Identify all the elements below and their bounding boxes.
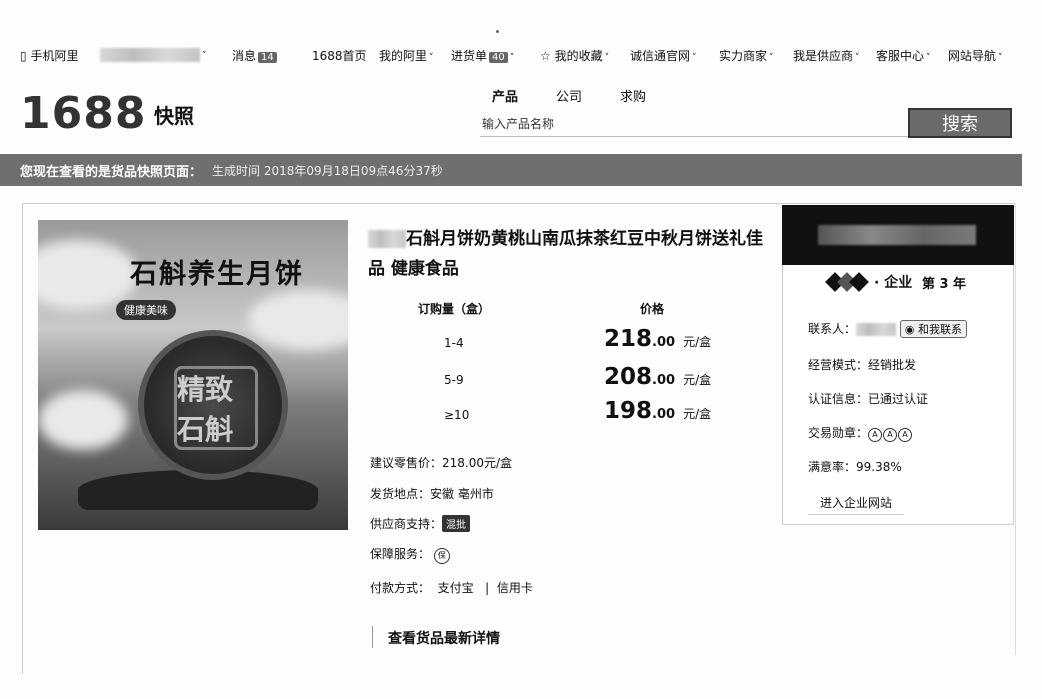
qty-header: 订购量（盒） [418, 300, 490, 317]
enterprise-badge: · 企业 第 3 年 [826, 272, 966, 292]
chat-icon: ◉ [905, 323, 915, 336]
chevron-down-icon: ˅ [510, 53, 515, 63]
mooncake-stamp: 精致石斛 [174, 366, 258, 450]
product-title: 石斛月饼奶黄桃山南瓜抹茶红豆中秋月饼送礼佳品 健康食品 [368, 224, 778, 284]
enter-site-button[interactable]: 进入企业网站 [808, 490, 904, 515]
chevron-down-icon: ˅ [605, 53, 610, 63]
latest-detail-link[interactable]: 查看货品最新详情 [372, 628, 500, 648]
payment-methods: 付款方式： 支付宝 | 信用卡 [370, 579, 533, 596]
logo-subtitle: 快照 [154, 100, 194, 129]
cert-row: 认证信息：已通过认证 [808, 390, 928, 407]
decor-dot [496, 30, 499, 33]
search-underline [480, 136, 908, 137]
enterprise-logo-icon [826, 272, 868, 292]
divider [1015, 205, 1016, 655]
cloud-shape [248, 290, 348, 350]
medal-icon[interactable]: A [868, 428, 882, 442]
my-ali-link[interactable]: 我的阿里˅ [379, 47, 434, 64]
search-input[interactable]: 输入产品名称 [482, 115, 554, 132]
phone-icon: ▯ [20, 49, 27, 63]
snapshot-label: 您现在查看的是货品快照页面： [20, 161, 202, 180]
blurred-brand [368, 230, 406, 248]
shield-icon[interactable]: 保 [434, 548, 450, 564]
tab-product[interactable]: 产品 [492, 86, 518, 105]
tier-qty: ≥10 [444, 408, 469, 422]
blurred-contact [856, 323, 896, 336]
alipay-label: 支付宝 [438, 581, 474, 595]
ship-from: 发货地点：安徽 亳州市 [370, 485, 494, 502]
tier-price: 198.00 元/盒 [604, 398, 711, 424]
blurred-seller-name [818, 225, 976, 245]
messages-badge: 14 [258, 52, 277, 63]
trust-link[interactable]: 诚信通官网˅ [630, 47, 697, 64]
chevron-down-icon: ˅ [692, 53, 697, 63]
snapshot-bar: 您现在查看的是货品快照页面： 生成时间 2018年09月18日09点46分37秒 [0, 154, 1022, 186]
site-logo[interactable]: 1688 [20, 88, 146, 139]
snapshot-time: 生成时间 2018年09月18日09点46分37秒 [212, 162, 443, 179]
guarantee: 保障服务： 保 [370, 545, 451, 564]
mobile-link[interactable]: ▯ 手机阿里 [20, 47, 78, 64]
mooncake-shape: 精致石斛 [138, 330, 288, 480]
contact-row: 联系人： ◉ 和我联系 [808, 320, 967, 338]
mixed-batch-badge[interactable]: 混批 [442, 515, 470, 532]
home-link[interactable]: 1688首页 [312, 47, 367, 64]
supplier-link[interactable]: 我是供应商˅ [793, 47, 860, 64]
retail-price: 建议零售价：218.00元/盒 [370, 454, 512, 471]
medal-icon[interactable]: A [898, 428, 912, 442]
tab-company[interactable]: 公司 [556, 86, 582, 105]
favorites-link[interactable]: ☆ 我的收藏˅ [540, 47, 609, 64]
product-image[interactable]: 石斛养生月饼 健康美味 精致石斛 [38, 220, 348, 530]
chevron-down-icon: ˅ [926, 53, 931, 63]
contact-me-button[interactable]: ◉ 和我联系 [900, 320, 967, 338]
tab-buying[interactable]: 求购 [620, 86, 646, 105]
blurred-username [100, 48, 200, 62]
cloud-shape [38, 390, 128, 450]
seller-name-header[interactable] [782, 205, 1014, 265]
search-button[interactable]: 搜索 [908, 108, 1012, 138]
star-icon: ☆ [540, 49, 551, 63]
satisfaction-row: 满意率：99.38% [808, 458, 902, 475]
user-account[interactable]: ˅ [100, 47, 207, 62]
tier-qty: 5-9 [444, 373, 464, 387]
medal-icon[interactable]: A [883, 428, 897, 442]
strong-merchant-link[interactable]: 实力商家˅ [719, 47, 774, 64]
chevron-down-icon: ˅ [202, 51, 207, 61]
messages-link[interactable]: 消息14 [232, 47, 277, 64]
chevron-down-icon: ˅ [769, 53, 774, 63]
cart-badge: 40 [489, 52, 508, 63]
top-nav: ▯ 手机阿里 ˅ 消息14 1688首页 我的阿里˅ 进货单40˅ ☆ 我的收藏… [0, 40, 1042, 70]
image-tag: 健康美味 [116, 300, 176, 320]
service-link[interactable]: 客服中心˅ [876, 47, 931, 64]
credit-card-label: 信用卡 [497, 581, 533, 595]
business-mode-row: 经营模式：经销批发 [808, 356, 916, 373]
chevron-down-icon: ˅ [855, 53, 860, 63]
cart-link[interactable]: 进货单40˅ [451, 47, 514, 64]
tier-qty: 1-4 [444, 336, 464, 350]
chevron-down-icon: ˅ [429, 53, 434, 63]
chevron-down-icon: ˅ [998, 53, 1003, 63]
supplier-support: 供应商支持：混批 [370, 515, 470, 532]
price-header: 价格 [640, 300, 664, 317]
site-nav-link[interactable]: 网站导航˅ [948, 47, 1003, 64]
medal-row: 交易勋章：AAA [808, 424, 913, 442]
image-title: 石斛养生月饼 [130, 252, 304, 291]
tier-price: 218.00 元/盒 [604, 326, 711, 352]
tier-price: 208.00 元/盒 [604, 364, 711, 390]
